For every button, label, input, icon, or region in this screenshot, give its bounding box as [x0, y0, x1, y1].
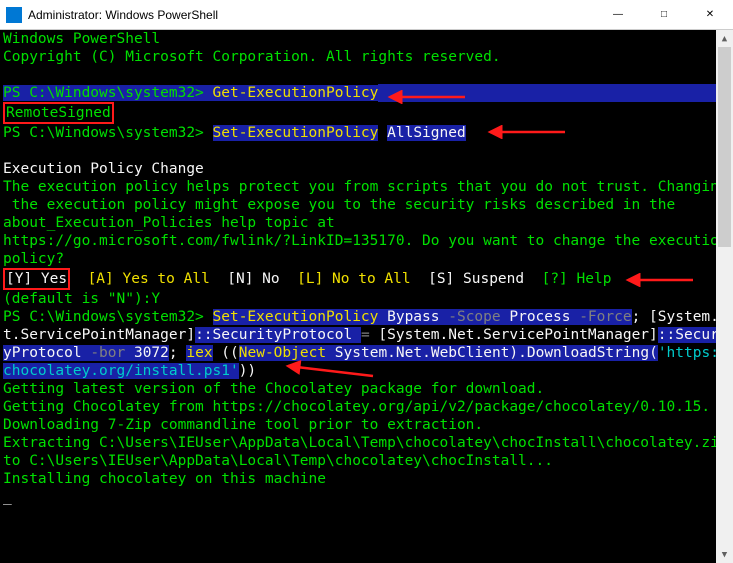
- option-help: [?] Help: [542, 271, 612, 287]
- prompt-line-3: PS C:\Windows\system32> Set-ExecutionPol…: [3, 308, 713, 326]
- output-line: Getting latest version of the Chocolatey…: [3, 380, 713, 398]
- user-answer: Y: [151, 291, 160, 307]
- output-line: Downloading 7-Zip commandline tool prior…: [3, 416, 713, 434]
- option-noall: [L] No to All: [297, 271, 411, 287]
- command: Get-ExecutionPolicy: [213, 85, 379, 101]
- banner-line: Windows PowerShell: [3, 30, 713, 48]
- option-all: [A] Yes to All: [88, 271, 210, 287]
- minimize-button[interactable]: —: [595, 0, 641, 29]
- policy-change-title: Execution Policy Change: [3, 160, 713, 178]
- scroll-down-icon[interactable]: ▼: [716, 546, 733, 563]
- cursor: _: [3, 488, 713, 506]
- prompt-line-2: PS C:\Windows\system32> Set-ExecutionPol…: [3, 124, 713, 142]
- option-suspend: [S] Suspend: [428, 271, 524, 287]
- option-yes: [Y] Yes: [3, 268, 70, 290]
- vertical-scrollbar[interactable]: ▲ ▼: [716, 30, 733, 563]
- powershell-icon: [6, 7, 22, 23]
- terminal-body[interactable]: Windows PowerShell Copyright (C) Microso…: [0, 30, 733, 563]
- output-line: to C:\Users\IEUser\AppData\Local\Temp\ch…: [3, 452, 713, 470]
- close-button[interactable]: ✕: [687, 0, 733, 29]
- prompt-line-1: PS C:\Windows\system32> Get-ExecutionPol…: [3, 84, 713, 102]
- output-line: Extracting C:\Users\IEUser\AppData\Local…: [3, 434, 713, 452]
- default-prompt: (default is "N"):Y: [3, 290, 713, 308]
- window-controls: — □ ✕: [595, 0, 733, 29]
- prompt: PS C:\Windows\system32>: [3, 125, 213, 141]
- window-titlebar: Administrator: Windows PowerShell — □ ✕: [0, 0, 733, 30]
- policy-change-body: The execution policy helps protect you f…: [3, 178, 713, 268]
- maximize-button[interactable]: □: [641, 0, 687, 29]
- output-line: Getting Chocolatey from https://chocolat…: [3, 398, 713, 416]
- scroll-up-icon[interactable]: ▲: [716, 30, 733, 47]
- policy-options: [Y] Yes [A] Yes to All [N] No [L] No to …: [3, 268, 713, 290]
- execution-policy-result: RemoteSigned: [3, 102, 114, 124]
- prompt: PS C:\Windows\system32>: [3, 85, 213, 101]
- result-line: RemoteSigned: [3, 102, 713, 124]
- banner-line: Copyright (C) Microsoft Corporation. All…: [3, 48, 713, 66]
- output-line: Installing chocolatey on this machine: [3, 470, 713, 488]
- window-title: Administrator: Windows PowerShell: [28, 8, 595, 22]
- scrollbar-thumb[interactable]: [718, 47, 731, 247]
- option-no: [N] No: [227, 271, 279, 287]
